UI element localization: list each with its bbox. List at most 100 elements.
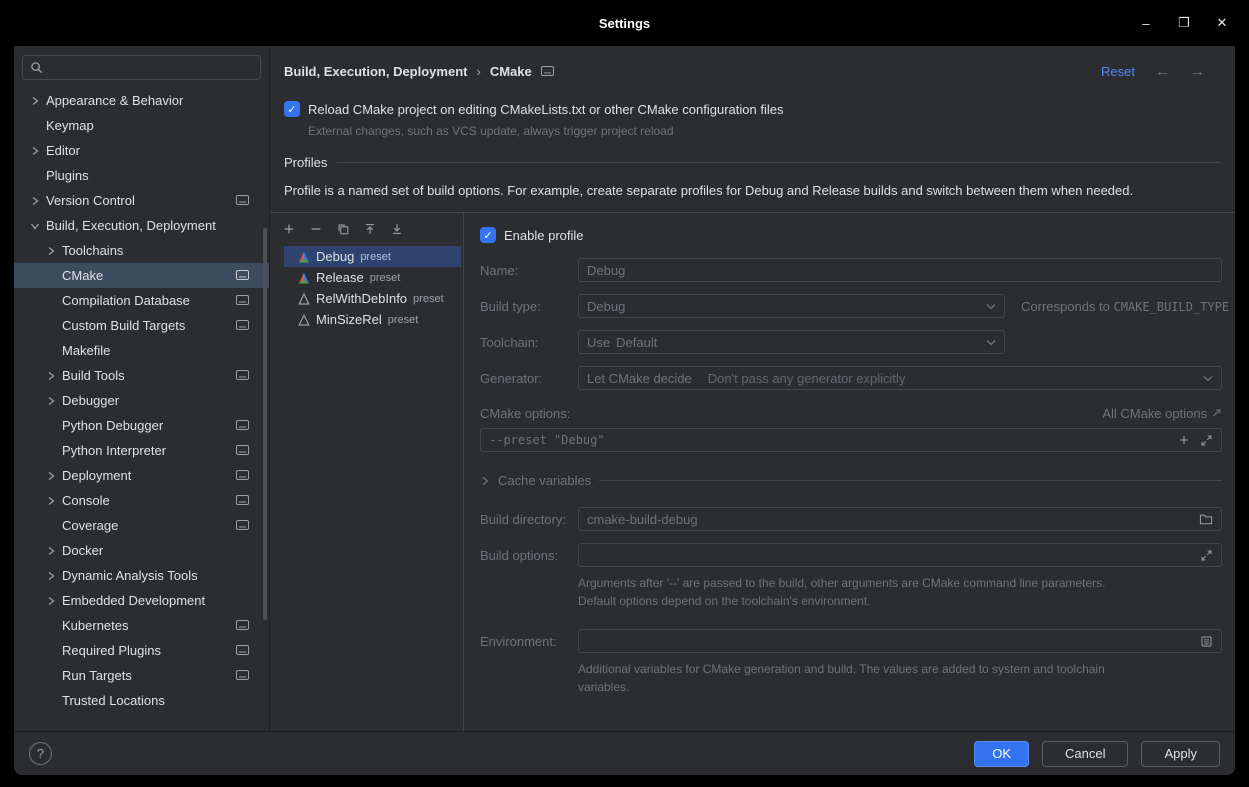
generator-select[interactable]: Let CMake decide Don't pass any generato… <box>578 366 1222 390</box>
add-profile-button[interactable] <box>280 220 298 238</box>
check-icon: ✓ <box>483 229 492 242</box>
back-arrow-icon[interactable]: ← <box>1155 63 1170 80</box>
sidebar-item-build-tools[interactable]: Build Tools <box>14 363 269 388</box>
chevron-right-icon[interactable] <box>30 96 46 106</box>
expand-field-icon[interactable] <box>1200 434 1213 447</box>
profile-row-minsizerel[interactable]: MinSizeRel preset <box>284 309 461 330</box>
folder-icon[interactable] <box>1199 513 1213 525</box>
sidebar-item-plugins[interactable]: Plugins <box>14 163 269 188</box>
chevron-right-icon[interactable] <box>46 546 62 556</box>
chevron-right-icon[interactable] <box>46 471 62 481</box>
maximize-icon[interactable]: ❐ <box>1177 15 1191 31</box>
sidebar-item-editor[interactable]: Editor <box>14 138 269 163</box>
ok-button[interactable]: OK <box>974 741 1029 767</box>
titlebar: Settings – ❐ ✕ <box>0 0 1249 46</box>
sidebar-item-label: Run Targets <box>62 668 132 683</box>
close-icon[interactable]: ✕ <box>1215 15 1229 31</box>
sidebar-item-makefile[interactable]: Makefile <box>14 338 269 363</box>
help-icon[interactable]: ? <box>29 742 52 765</box>
move-up-button[interactable] <box>361 220 379 238</box>
toolchain-value: Default <box>616 335 657 350</box>
enable-profile-label[interactable]: Enable profile <box>504 228 584 243</box>
sidebar-item-python-interpreter[interactable]: Python Interpreter <box>14 438 269 463</box>
sidebar-item-version-control[interactable]: Version Control <box>14 188 269 213</box>
sidebar-item-label: Embedded Development <box>62 593 205 608</box>
cmake-icon <box>298 251 310 263</box>
sidebar-item-label: Compilation Database <box>62 293 190 308</box>
sidebar-item-console[interactable]: Console <box>14 488 269 513</box>
breadcrumb-cmake[interactable]: CMake <box>490 64 532 79</box>
sidebar-item-docker[interactable]: Docker <box>14 538 269 563</box>
chevron-right-icon[interactable] <box>46 571 62 581</box>
chevron-right-icon[interactable] <box>30 146 46 156</box>
sidebar-item-coverage[interactable]: Coverage <box>14 513 269 538</box>
cache-variables-collapsible[interactable]: Cache variables <box>480 473 1222 488</box>
forward-arrow-icon[interactable]: → <box>1190 63 1205 80</box>
list-icon[interactable] <box>1200 635 1213 648</box>
name-label: Name: <box>480 263 578 278</box>
chevron-right-icon[interactable] <box>46 246 62 256</box>
remove-profile-button[interactable] <box>307 220 325 238</box>
build-type-select[interactable]: Debug <box>578 294 1005 318</box>
profile-row-relwithdebinfo[interactable]: RelWithDebInfo preset <box>284 288 461 309</box>
sidebar-item-label: Console <box>62 493 110 508</box>
apply-button[interactable]: Apply <box>1141 741 1220 767</box>
check-icon: ✓ <box>287 103 296 116</box>
build-type-value: Debug <box>587 299 625 314</box>
enable-profile-checkbox[interactable]: ✓ <box>480 227 496 243</box>
sidebar-item-debugger[interactable]: Debugger <box>14 388 269 413</box>
cmake-options-field[interactable]: --preset "Debug" <box>480 428 1222 452</box>
sidebar-item-label: Keymap <box>46 118 94 133</box>
sidebar-item-kubernetes[interactable]: Kubernetes <box>14 613 269 638</box>
sidebar-item-label: CMake <box>62 268 103 283</box>
sidebar-item-run-targets[interactable]: Run Targets <box>14 663 269 688</box>
name-field[interactable]: Debug <box>578 258 1222 282</box>
dialog-footer: ? OK Cancel Apply <box>14 731 1235 775</box>
add-option-icon[interactable] <box>1178 434 1190 446</box>
build-options-label: Build options: <box>480 548 578 563</box>
build-options-field[interactable] <box>578 543 1222 567</box>
sidebar-item-appearance-behavior[interactable]: Appearance & Behavior <box>14 88 269 113</box>
sidebar-item-toolchains[interactable]: Toolchains <box>14 238 269 263</box>
profile-tag: preset <box>370 272 401 284</box>
sidebar-item-dynamic-analysis-tools[interactable]: Dynamic Analysis Tools <box>14 563 269 588</box>
sidebar-item-embedded-development[interactable]: Embedded Development <box>14 588 269 613</box>
chevron-right-icon[interactable] <box>46 371 62 381</box>
sidebar-item-cmake[interactable]: CMake <box>14 263 269 288</box>
profile-row-debug[interactable]: Debug preset <box>284 246 461 267</box>
chevron-right-icon[interactable] <box>46 396 62 406</box>
sidebar-scrollbar[interactable] <box>263 228 267 620</box>
breadcrumb-separator: › <box>476 64 480 79</box>
expand-field-icon[interactable] <box>1200 549 1213 562</box>
sidebar-item-compilation-database[interactable]: Compilation Database <box>14 288 269 313</box>
settings-search[interactable] <box>22 55 261 80</box>
build-directory-field[interactable]: cmake-build-debug <box>578 507 1222 531</box>
cancel-button[interactable]: Cancel <box>1042 741 1128 767</box>
move-down-button[interactable] <box>388 220 406 238</box>
all-cmake-options-link[interactable]: All CMake options ↗ <box>1102 405 1222 421</box>
generator-label: Generator: <box>480 371 578 386</box>
reset-link[interactable]: Reset <box>1101 64 1135 79</box>
breadcrumb-build-execution-deployment[interactable]: Build, Execution, Deployment <box>284 64 467 79</box>
sidebar-item-build-execution-deployment[interactable]: Build, Execution, Deployment <box>14 213 269 238</box>
sidebar-item-keymap[interactable]: Keymap <box>14 113 269 138</box>
environment-field[interactable] <box>578 629 1222 653</box>
search-input[interactable] <box>48 59 253 76</box>
cmake-options-value: --preset "Debug" <box>489 433 605 447</box>
reload-cmake-checkbox[interactable]: ✓ <box>284 101 300 117</box>
chevron-right-icon[interactable] <box>46 496 62 506</box>
sidebar-item-python-debugger[interactable]: Python Debugger <box>14 413 269 438</box>
sidebar-item-trusted-locations[interactable]: Trusted Locations <box>14 688 269 713</box>
profile-row-release[interactable]: Release preset <box>284 267 461 288</box>
profiles-toolbar <box>270 213 463 243</box>
sidebar-item-required-plugins[interactable]: Required Plugins <box>14 638 269 663</box>
chevron-right-icon[interactable] <box>46 596 62 606</box>
chevron-down-icon[interactable] <box>30 221 46 231</box>
sidebar-item-deployment[interactable]: Deployment <box>14 463 269 488</box>
toolchain-select[interactable]: Use Default <box>578 330 1005 354</box>
copy-profile-button[interactable] <box>334 220 352 238</box>
reload-cmake-label[interactable]: Reload CMake project on editing CMakeLis… <box>308 102 783 117</box>
sidebar-item-custom-build-targets[interactable]: Custom Build Targets <box>14 313 269 338</box>
minimize-icon[interactable]: – <box>1139 16 1153 31</box>
chevron-right-icon[interactable] <box>30 196 46 206</box>
